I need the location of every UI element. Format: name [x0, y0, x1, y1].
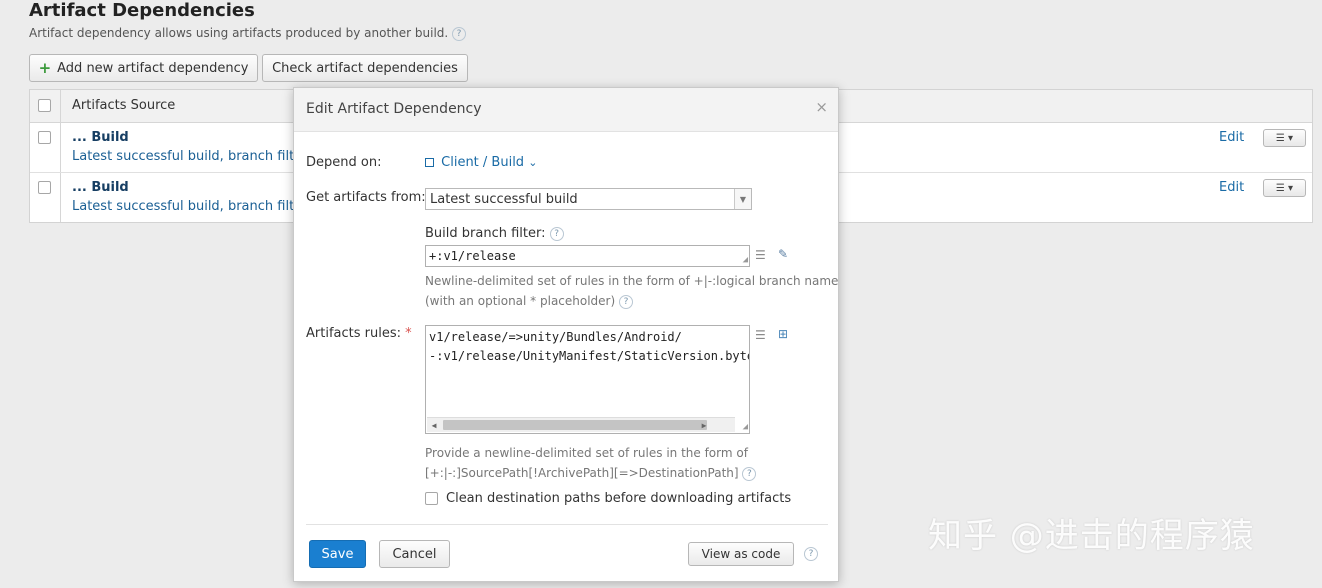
- artifacts-rules-label: Artifacts rules: *: [306, 326, 412, 341]
- branch-filter-hint-text: (with an optional * placeholder): [425, 294, 616, 308]
- clean-destination-label[interactable]: Clean destination paths before downloadi…: [446, 491, 791, 506]
- view-as-code-button[interactable]: View as code: [688, 542, 794, 566]
- row-title[interactable]: ... Build: [72, 130, 129, 145]
- clean-destination-checkbox[interactable]: [425, 492, 438, 505]
- edit-artifact-dependency-dialog: Edit Artifact Dependency × Depend on: Cl…: [293, 87, 839, 582]
- depend-on-selector[interactable]: Client / Build ⌄: [425, 155, 537, 170]
- artifacts-rules-label-text: Artifacts rules:: [306, 326, 401, 341]
- close-icon[interactable]: ×: [815, 98, 828, 116]
- save-button[interactable]: Save: [309, 540, 366, 568]
- get-artifacts-value: Latest successful build: [430, 192, 578, 207]
- select-all-checkbox[interactable]: [38, 99, 51, 112]
- branch-filter-label-text: Build branch filter:: [425, 226, 546, 241]
- dialog-title: Edit Artifact Dependency: [306, 101, 482, 117]
- add-artifact-dependency-button[interactable]: + Add new artifact dependency: [29, 54, 258, 82]
- depend-on-label: Depend on:: [306, 155, 382, 170]
- scrollbar-thumb[interactable]: [443, 420, 707, 430]
- get-artifacts-select[interactable]: Latest successful build ▼: [425, 188, 752, 210]
- page-description: Artifact dependency allows using artifac…: [29, 26, 467, 41]
- build-config-icon: [425, 158, 434, 167]
- artifacts-rule-line: -:v1/release/UnityManifest/StaticVersion…: [429, 349, 750, 363]
- scroll-right-icon[interactable]: ▶: [697, 418, 711, 432]
- help-icon[interactable]: ?: [452, 26, 467, 41]
- artifacts-rule-line: v1/release/=>unity/Bundles/Android/: [429, 330, 682, 344]
- chevron-down-icon: ⌄: [528, 156, 538, 169]
- help-icon[interactable]: ?: [549, 226, 564, 241]
- scroll-left-icon[interactable]: ◀: [427, 418, 441, 432]
- help-icon[interactable]: ?: [742, 466, 757, 481]
- page-title: Artifact Dependencies: [29, 0, 255, 21]
- branch-filter-input[interactable]: +:v1/release ◢: [425, 245, 750, 267]
- help-icon[interactable]: ?: [619, 294, 633, 309]
- resize-handle-icon[interactable]: ◢: [743, 256, 748, 265]
- cancel-button[interactable]: Cancel: [379, 540, 450, 568]
- row-menu-button[interactable]: ☰ ▾: [1263, 129, 1306, 147]
- row-subtitle: Latest successful build, branch filter: [72, 149, 308, 164]
- page-description-text: Artifact dependency allows using artifac…: [29, 26, 449, 40]
- branch-filter-hint-line2: (with an optional * placeholder) ?: [425, 291, 633, 311]
- depend-on-value: Client / Build: [441, 155, 525, 170]
- column-header-artifacts-source: Artifacts Source: [72, 98, 176, 113]
- watermark: 知乎 @进击的程序猿: [928, 516, 1255, 556]
- list-icon[interactable]: ☰: [755, 248, 766, 262]
- check-artifact-dependencies-button[interactable]: Check artifact dependencies: [262, 54, 468, 82]
- check-artifact-dependencies-label: Check artifact dependencies: [272, 60, 458, 76]
- footer-divider: [306, 524, 828, 525]
- row-menu-button[interactable]: ☰ ▾: [1263, 179, 1306, 197]
- edit-link[interactable]: Edit: [1219, 130, 1244, 145]
- magic-wand-icon[interactable]: ✎: [778, 247, 788, 261]
- plus-icon: +: [38, 59, 52, 77]
- tree-icon[interactable]: ⊞: [778, 327, 788, 341]
- branch-filter-label: Build branch filter: ?: [425, 226, 564, 241]
- help-icon[interactable]: ?: [804, 547, 818, 561]
- artifacts-rules-textarea[interactable]: v1/release/=>unity/Bundles/Android/ -:v1…: [425, 325, 750, 434]
- get-artifacts-label: Get artifacts from:: [306, 190, 426, 205]
- resize-handle-icon[interactable]: ◢: [743, 423, 748, 432]
- dialog-header: Edit Artifact Dependency ×: [294, 88, 838, 132]
- row-checkbox[interactable]: [38, 131, 51, 144]
- edit-link[interactable]: Edit: [1219, 180, 1244, 195]
- branch-filter-value: +:v1/release: [429, 249, 516, 263]
- branch-filter-hint-line1: Newline-delimited set of rules in the fo…: [425, 274, 839, 288]
- horizontal-scrollbar[interactable]: ◀ ▶: [427, 417, 735, 432]
- artifacts-rules-hint-line1: Provide a newline-delimited set of rules…: [425, 446, 748, 460]
- row-subtitle: Latest successful build, branch filter: [72, 199, 308, 214]
- list-icon[interactable]: ☰: [755, 328, 766, 342]
- artifacts-rules-hint-line2: [+:|-:]SourcePath[!ArchivePath][=>Destin…: [425, 463, 757, 483]
- artifacts-rules-hint-text: [+:|-:]SourcePath[!ArchivePath][=>Destin…: [425, 466, 739, 480]
- required-marker: *: [405, 326, 412, 341]
- row-checkbox[interactable]: [38, 181, 51, 194]
- add-artifact-dependency-label: Add new artifact dependency: [57, 60, 249, 76]
- row-title[interactable]: ... Build: [72, 180, 129, 195]
- dropdown-arrow-icon: ▼: [734, 189, 751, 209]
